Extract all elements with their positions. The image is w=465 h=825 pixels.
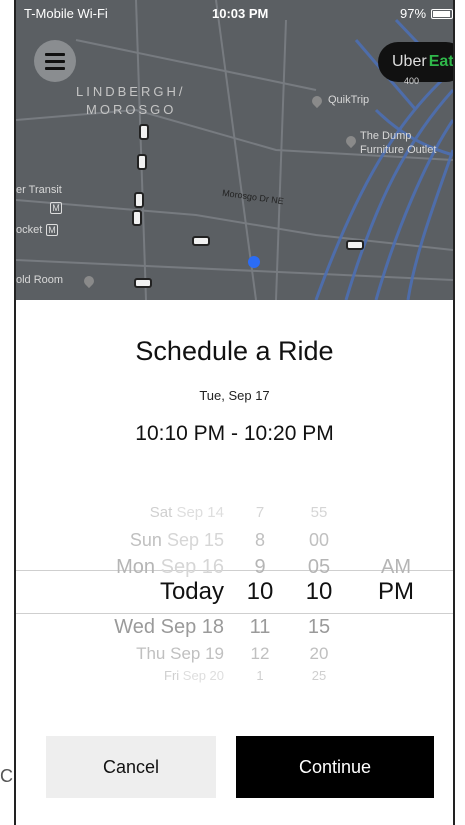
picker-hour-option[interactable]: 12	[240, 644, 280, 664]
picker-hour-column[interactable]: 7 8 9 10 11 12 1	[240, 478, 280, 700]
map-view[interactable]: T-Mobile Wi-Fi 10:03 PM 97% Uber Eats LI…	[16, 0, 453, 300]
map-label-neighborhood: LINDBERGH/	[76, 84, 186, 99]
picker-hour-option[interactable]: 11	[240, 616, 280, 639]
clock: 10:03 PM	[212, 6, 269, 21]
stray-text: C	[0, 766, 13, 786]
car-icon	[346, 240, 364, 250]
picker-hour-option[interactable]: 9	[240, 556, 280, 579]
picker-ampm-column[interactable]: AM PM	[366, 478, 426, 700]
picker-hour-option[interactable]: 7	[240, 504, 280, 521]
date-time-picker[interactable]: Sat Sep 14 Sun Sep 15 Mon Sep 16 Today W…	[16, 478, 453, 700]
selected-time-range: 10:10 PM - 10:20 PM	[135, 422, 334, 445]
menu-icon-bar	[45, 59, 65, 63]
picker-hour-option[interactable]: 8	[240, 530, 280, 551]
map-label-the-dump: The Dump	[360, 130, 412, 142]
map-label-route: 400	[404, 76, 420, 86]
picker-ampm-option[interactable]: AM	[366, 556, 426, 579]
picker-ampm-selected[interactable]: PM	[366, 578, 426, 606]
picker-date-column[interactable]: Sat Sep 14 Sun Sep 15 Mon Sep 16 Today W…	[16, 478, 224, 700]
picker-date-selected[interactable]: Today	[160, 578, 224, 606]
cancel-button[interactable]: Cancel	[46, 736, 216, 798]
picker-minute-option[interactable]: 25	[294, 668, 344, 683]
map-label-the-dump: Furniture Outlet	[360, 144, 437, 156]
carrier-label: T-Mobile Wi-Fi	[24, 6, 108, 21]
picker-date-option[interactable]: Wed Sep 18	[114, 616, 224, 639]
map-label-transit: er Transit	[16, 184, 62, 196]
uber-eats-eats: Eats	[428, 53, 453, 70]
selected-date: Tue, Sep 17	[199, 388, 270, 403]
picker-date-option[interactable]: Sun Sep 15	[130, 530, 224, 551]
car-icon	[132, 210, 142, 226]
menu-button[interactable]	[34, 40, 76, 82]
schedule-sheet: Schedule a Ride Tue, Sep 17 10:10 PM - 1…	[16, 300, 453, 825]
picker-minute-selected[interactable]: 10	[294, 578, 344, 606]
map-label-gold-room: old Room	[16, 274, 64, 286]
map-label-quiktrip: QuikTrip	[328, 94, 370, 106]
car-icon	[137, 154, 147, 170]
picker-minute-column[interactable]: 55 00 05 10 15 20 25	[294, 478, 344, 700]
picker-minute-option[interactable]: 20	[294, 644, 344, 664]
car-icon	[192, 236, 210, 246]
car-icon	[134, 278, 152, 288]
picker-minute-option[interactable]: 05	[294, 556, 344, 579]
continue-button[interactable]: Continue	[236, 736, 434, 798]
picker-minute-option[interactable]: 00	[294, 530, 344, 551]
uber-eats-uber: Uber	[392, 53, 427, 70]
picker-date-option[interactable]: Mon Sep 16	[116, 556, 224, 579]
car-icon	[134, 192, 144, 208]
menu-icon-bar	[45, 66, 65, 70]
user-location-icon	[248, 256, 260, 268]
map-label-neighborhood: MOROSGO	[86, 102, 177, 117]
picker-hour-option[interactable]: 1	[240, 668, 280, 683]
picker-date-option[interactable]: Thu Sep 19	[136, 644, 224, 664]
menu-icon-bar	[45, 52, 65, 56]
metro-icon: M	[46, 224, 58, 236]
picker-minute-option[interactable]: 15	[294, 616, 344, 639]
picker-hour-selected[interactable]: 10	[240, 578, 280, 606]
phone-screen: T-Mobile Wi-Fi 10:03 PM 97% Uber Eats LI…	[14, 0, 455, 825]
page-title: Schedule a Ride	[135, 336, 334, 366]
picker-date-option[interactable]: Fri Sep 20	[164, 668, 224, 683]
status-bar: T-Mobile Wi-Fi 10:03 PM 97%	[16, 0, 453, 26]
battery-icon	[431, 9, 453, 19]
picker-minute-option[interactable]: 55	[294, 504, 344, 521]
car-icon	[139, 124, 149, 140]
map-label-pocket: ocket	[16, 224, 43, 236]
battery-percent: 97%	[400, 6, 427, 21]
picker-date-option[interactable]: Sat Sep 14	[150, 504, 224, 521]
metro-icon: M	[50, 202, 62, 214]
